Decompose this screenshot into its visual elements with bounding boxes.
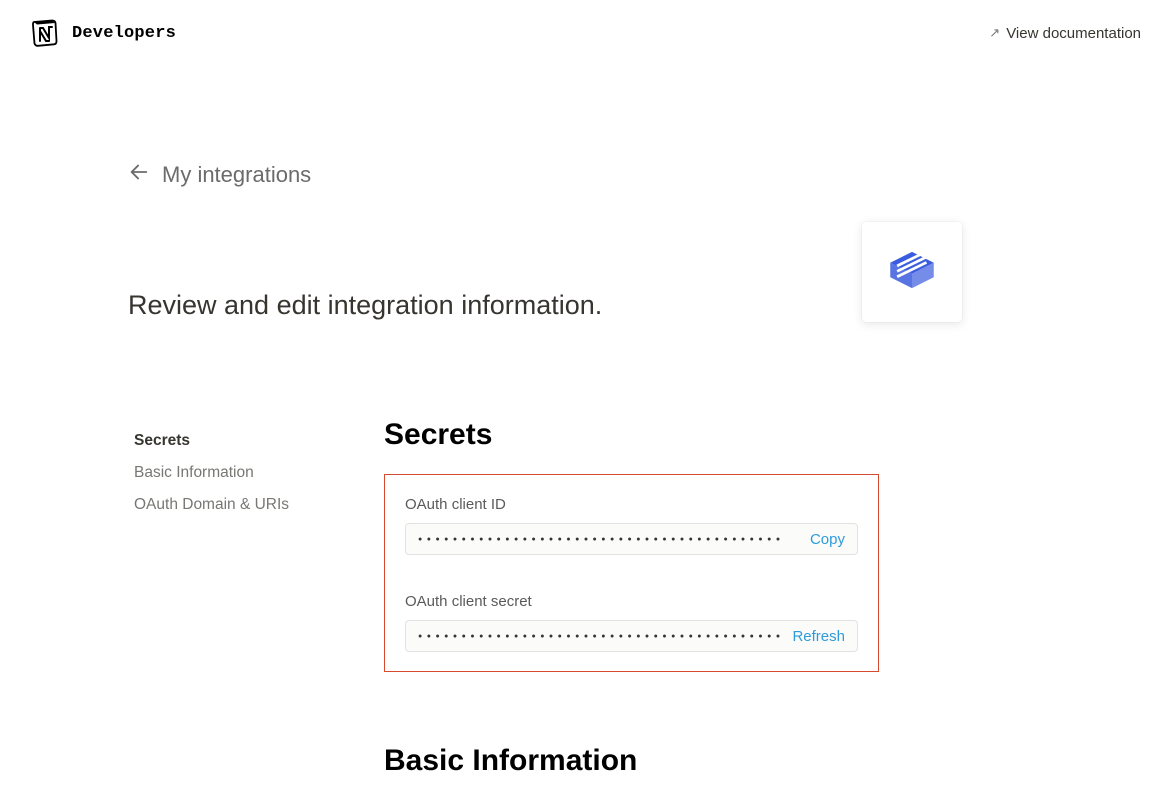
sidebar-item-label: Secrets [134,432,190,449]
content-columns: Secrets Basic Information OAuth Domain &… [128,418,1078,800]
page-content: My integrations Review and edit integrat… [0,66,1173,800]
sidebar: Secrets Basic Information OAuth Domain &… [128,418,384,800]
notion-logo-icon [30,18,60,48]
field-label: OAuth client secret [405,593,858,610]
sidebar-item-secrets[interactable]: Secrets [134,425,384,457]
integration-app-icon [883,241,941,304]
brand[interactable]: Developers [30,18,176,48]
copy-button[interactable]: Copy [810,531,845,548]
topbar: Developers ↗ View documentation [0,0,1173,66]
field-oauth-client-secret: OAuth client secret ●●●●●●●●●●●●●●●●●●●●… [405,593,858,652]
main-panel: Secrets OAuth client ID ●●●●●●●●●●●●●●●●… [384,418,1078,800]
hero-row: Review and edit integration information. [128,246,1078,322]
field-label: OAuth client ID [405,496,858,513]
secrets-highlight-box: OAuth client ID ●●●●●●●●●●●●●●●●●●●●●●●●… [384,474,879,672]
section-title-basic-information: Basic Information [384,744,1078,778]
breadcrumb-back[interactable]: My integrations [128,161,1078,188]
arrow-left-icon [128,161,150,188]
section-title-secrets: Secrets [384,418,1078,452]
view-documentation-link[interactable]: ↗ View documentation [989,25,1141,42]
refresh-button[interactable]: Refresh [792,628,845,645]
breadcrumb-label: My integrations [162,162,311,188]
brand-text: Developers [72,24,176,43]
secret-row-client-secret: ●●●●●●●●●●●●●●●●●●●●●●●●●●●●●●●●●●●●●●●●… [405,620,858,652]
secret-masked-value: ●●●●●●●●●●●●●●●●●●●●●●●●●●●●●●●●●●●●●●●●… [418,633,792,640]
secret-masked-value: ●●●●●●●●●●●●●●●●●●●●●●●●●●●●●●●●●●●●●●●●… [418,536,810,543]
sidebar-item-oauth-domain-uris[interactable]: OAuth Domain & URIs [134,489,384,521]
external-link-icon: ↗ [989,25,1000,41]
secret-row-client-id: ●●●●●●●●●●●●●●●●●●●●●●●●●●●●●●●●●●●●●●●●… [405,523,858,555]
doc-link-label: View documentation [1006,25,1141,42]
sidebar-item-label: Basic Information [134,464,254,481]
sidebar-item-label: OAuth Domain & URIs [134,496,289,513]
page-subtitle: Review and edit integration information. [128,290,602,321]
field-oauth-client-id: OAuth client ID ●●●●●●●●●●●●●●●●●●●●●●●●… [405,496,858,555]
sidebar-item-basic-information[interactable]: Basic Information [134,457,384,489]
integration-icon-card [862,222,962,322]
